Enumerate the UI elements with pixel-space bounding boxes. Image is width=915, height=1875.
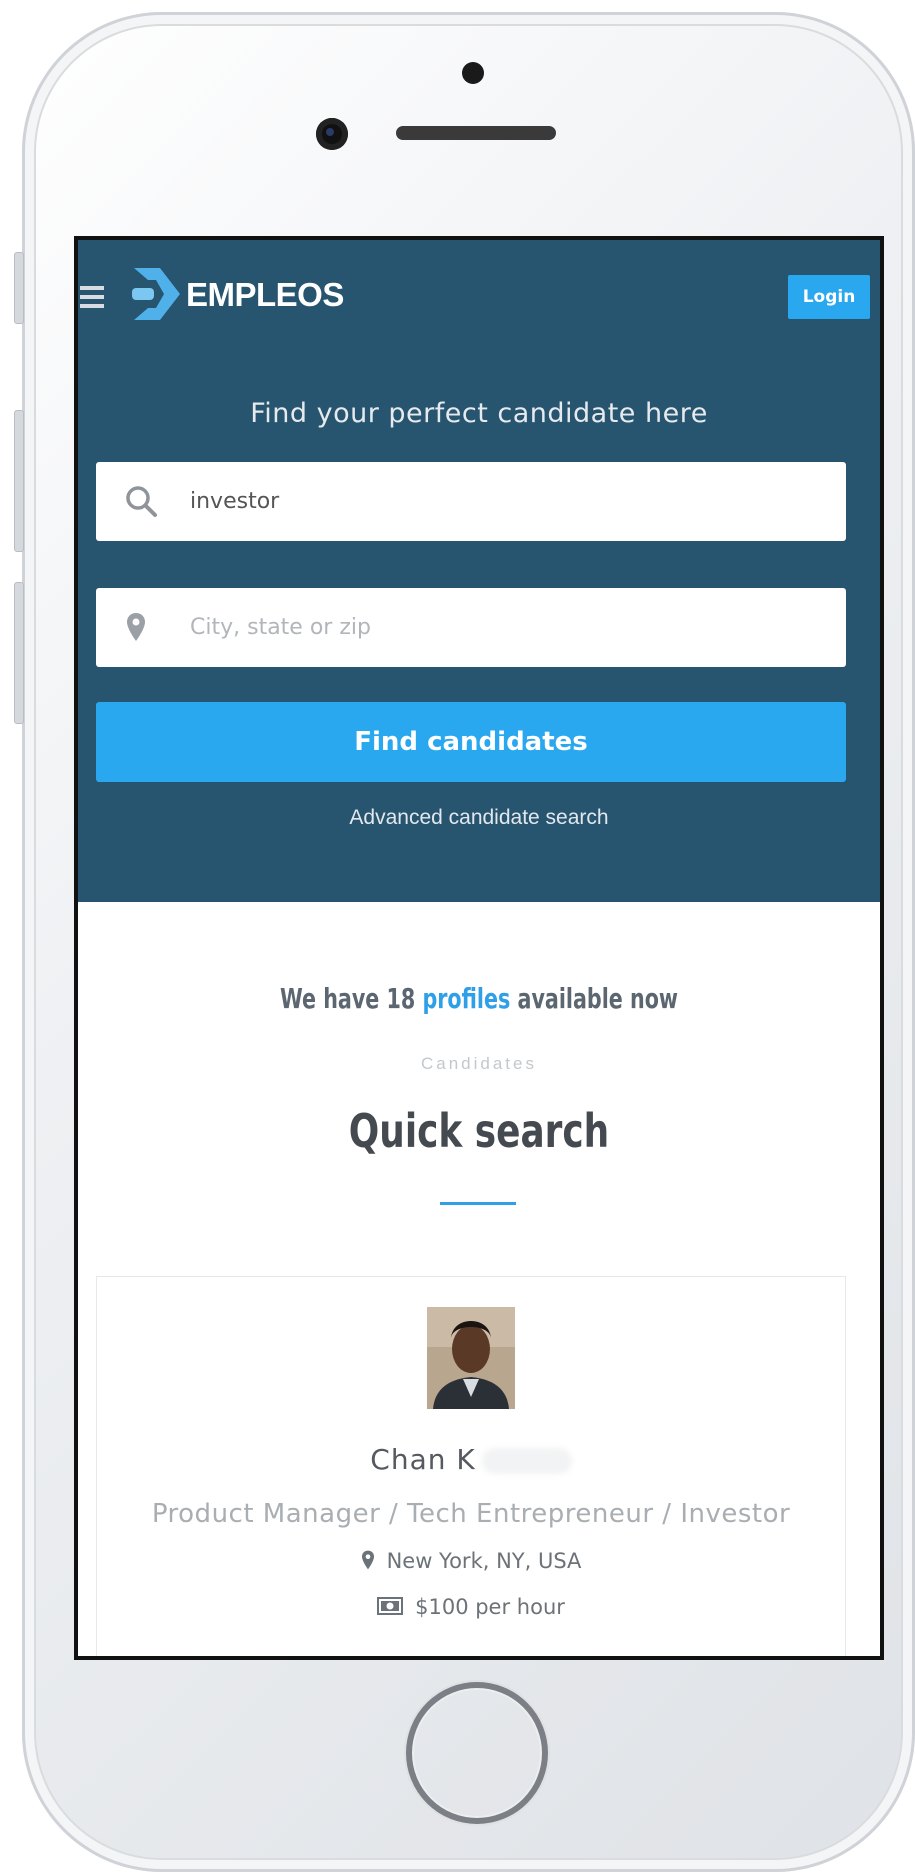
volume-down-button [14,582,24,724]
profiles-link[interactable]: profiles [422,982,510,1015]
top-nav: EMPLEOS Login [78,240,880,358]
redacted-surname [481,1448,572,1474]
section-heading: Quick search [348,1104,610,1158]
earpiece-speaker [396,126,556,140]
hero-title: Find your perfect candidate here [250,398,708,429]
home-button[interactable] [406,1682,548,1824]
candidate-location: New York, NY, USA [97,1549,845,1575]
advanced-search-link[interactable]: Advanced candidate search [78,806,880,830]
location-input[interactable]: City, state or zip [96,588,846,667]
section-eyebrow: Candidates [420,1054,537,1073]
menu-icon[interactable] [80,286,104,308]
candidate-card[interactable]: Chan K Product Manager / Tech Entreprene… [96,1276,846,1656]
candidate-avatar[interactable] [427,1307,515,1409]
candidate-rate: $100 per hour [97,1595,845,1620]
profiles-suffix: available now [517,982,678,1015]
candidate-location-text: New York, NY, USA [386,1549,582,1573]
candidate-rate-text: $100 per hour [415,1595,565,1619]
heading-divider [440,1202,516,1205]
money-icon [377,1596,404,1620]
keyword-search-input[interactable]: investor [96,462,846,541]
search-icon [124,484,158,523]
proximity-sensor [462,62,484,84]
profiles-prefix: We have 18 [280,982,416,1015]
location-placeholder: City, state or zip [190,615,371,640]
hero-section: EMPLEOS Login Find your perfect candidat… [78,240,880,902]
profiles-count-text: We have 18 profiles available now [150,982,808,1015]
candidate-name-text: Chan K [370,1443,476,1476]
phone-screen: EMPLEOS Login Find your perfect candidat… [74,236,884,1660]
search-value: investor [190,489,280,514]
silent-switch [14,252,24,324]
brand-name[interactable]: EMPLEOS [186,276,344,314]
map-marker-icon [361,1550,375,1575]
login-button[interactable]: Login [788,275,870,319]
candidate-title: Product Manager / Tech Entrepreneur / In… [151,1499,791,1529]
map-marker-icon [126,612,146,647]
volume-up-button [14,410,24,552]
candidate-name[interactable]: Chan K [97,1443,845,1476]
front-camera [316,118,348,150]
find-candidates-button[interactable]: Find candidates [96,702,846,782]
logo-icon [130,264,182,324]
